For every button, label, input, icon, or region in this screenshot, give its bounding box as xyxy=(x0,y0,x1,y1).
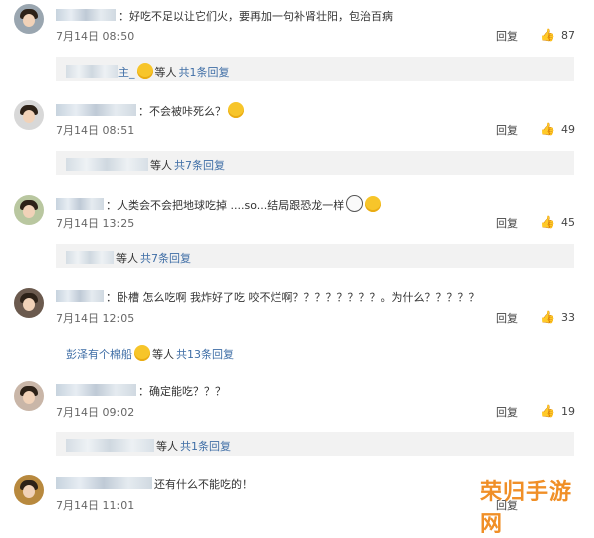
like-button[interactable]: 👍 49 xyxy=(540,122,575,136)
comment-text-line: ：不会被咔死么？ xyxy=(56,102,244,119)
reply-button[interactable]: 回复 xyxy=(496,28,522,44)
reply-count-link[interactable]: 共1条回复 xyxy=(180,440,231,453)
avatar[interactable] xyxy=(14,381,44,411)
comment-date: 7月14日 13:25 xyxy=(56,217,135,230)
comment-text-line: 还有什么不能吃的！ xyxy=(56,476,253,492)
avatar[interactable] xyxy=(14,100,44,130)
like-count: 87 xyxy=(560,29,575,42)
like-button[interactable]: 👍 87 xyxy=(540,28,575,42)
comment-date: 7月14日 08:50 xyxy=(56,30,135,43)
reply-etc: 等人 xyxy=(116,252,138,265)
reply-count-link[interactable]: 共7条回复 xyxy=(140,252,191,265)
reply-username-blurred xyxy=(66,439,154,452)
reply-etc: 等人 xyxy=(150,159,172,172)
like-count: 33 xyxy=(560,311,575,324)
emoji-icon xyxy=(365,196,382,212)
reply-button[interactable]: 回复 xyxy=(496,404,522,420)
emoji-icon xyxy=(136,63,153,79)
comment-text-line: ：卧槽 怎么吃啊 我炸好了吃 咬不烂啊？？？？？？？？。为什么？？？？？ xyxy=(56,289,480,305)
username-blurred[interactable] xyxy=(56,104,136,116)
comment-text: ：卧槽 怎么吃啊 我炸好了吃 咬不烂啊？？？？？？？？。为什么？？？？？ xyxy=(106,291,480,304)
thumbs-up-icon: 👍 xyxy=(540,404,555,418)
avatar[interactable] xyxy=(14,195,44,225)
thumbs-up-icon: 👍 xyxy=(540,28,555,42)
emoji-icon xyxy=(228,102,244,118)
like-count: 19 xyxy=(560,405,575,418)
comment-text-line: ：人类会不会把地球吃掉 ....so...结局跟恐龙一样 xyxy=(56,195,382,213)
thumbs-up-icon: 👍 xyxy=(540,215,555,229)
comment-text: ：人类会不会把地球吃掉 ....so...结局跟恐龙一样 xyxy=(106,199,345,212)
reply-etc: 等人 xyxy=(156,440,178,453)
avatar[interactable] xyxy=(14,475,44,505)
username-blurred[interactable] xyxy=(56,290,104,302)
avatar[interactable] xyxy=(14,4,44,34)
reply-username-blurred xyxy=(66,65,118,78)
comment-date: 7月14日 12:05 xyxy=(56,312,135,325)
reply-summary[interactable]: 等人 共7条回复 xyxy=(56,244,574,268)
avatar[interactable] xyxy=(14,288,44,318)
reply-username[interactable]: 彭泽有个棉船 xyxy=(66,348,132,361)
username-blurred[interactable] xyxy=(56,198,104,210)
thumbs-up-icon: 👍 xyxy=(540,310,555,324)
username-blurred[interactable] xyxy=(56,477,152,489)
comment-actions: 回复 👍 33 xyxy=(496,310,586,326)
reply-count-link[interactable]: 共13条回复 xyxy=(176,348,234,361)
like-button[interactable]: 👍 45 xyxy=(540,215,575,229)
comment-text-line: ：确定能吃？？？ xyxy=(56,383,226,399)
like-button[interactable]: 👍 33 xyxy=(540,310,575,324)
comment-date: 7月14日 11:01 xyxy=(56,499,135,512)
reply-etc: 等人 xyxy=(154,66,177,79)
reply-summary[interactable]: 彭泽有个棉船 等人 共13条回复 xyxy=(56,339,574,363)
reply-summary[interactable]: 等人 共1条回复 xyxy=(56,432,574,456)
thumbs-up-icon: 👍 xyxy=(540,122,555,136)
reply-username[interactable]: 主_ xyxy=(118,66,135,79)
reply-button[interactable]: 回复 xyxy=(496,122,522,138)
comment-text: ：确定能吃？？？ xyxy=(138,385,226,398)
comment-text: 还有什么不能吃的！ xyxy=(154,478,253,491)
watermark-logo: 荣归手游网 xyxy=(480,480,573,537)
comment-actions: 回复 👍 87 xyxy=(496,28,586,44)
reply-username-blurred xyxy=(66,158,148,171)
comment-date: 7月14日 09:02 xyxy=(56,406,135,419)
reply-count-link[interactable]: 共1条回复 xyxy=(179,66,230,79)
reply-count-link[interactable]: 共7条回复 xyxy=(174,159,225,172)
like-button[interactable]: 👍 19 xyxy=(540,404,575,418)
username-blurred[interactable] xyxy=(56,384,136,396)
comment-actions: 回复 👍 49 xyxy=(496,122,586,138)
comment-actions: 回复 👍 45 xyxy=(496,215,586,231)
comment-date: 7月14日 08:51 xyxy=(56,124,135,137)
comment-actions: 回复 👍 19 xyxy=(496,404,586,420)
reply-username-blurred xyxy=(66,251,114,264)
like-count: 45 xyxy=(560,216,575,229)
comment-text-line: ：好吃不足以让它们火，要再加一句补肾壮阳，包治百病 xyxy=(56,8,393,24)
comment-text: ：好吃不足以让它们火，要再加一句补肾壮阳，包治百病 xyxy=(118,10,393,23)
emoji-icon xyxy=(346,195,364,212)
reply-button[interactable]: 回复 xyxy=(496,310,522,326)
reply-button[interactable]: 回复 xyxy=(496,215,522,231)
emoji-icon xyxy=(134,345,150,361)
comment-text: ：不会被咔死么？ xyxy=(138,105,226,118)
reply-etc: 等人 xyxy=(152,348,174,361)
reply-summary[interactable]: 等人 共7条回复 xyxy=(56,151,574,175)
username-blurred[interactable] xyxy=(56,9,116,21)
like-count: 49 xyxy=(560,123,575,136)
reply-summary[interactable]: 主_ 等人 共1条回复 xyxy=(56,57,574,81)
